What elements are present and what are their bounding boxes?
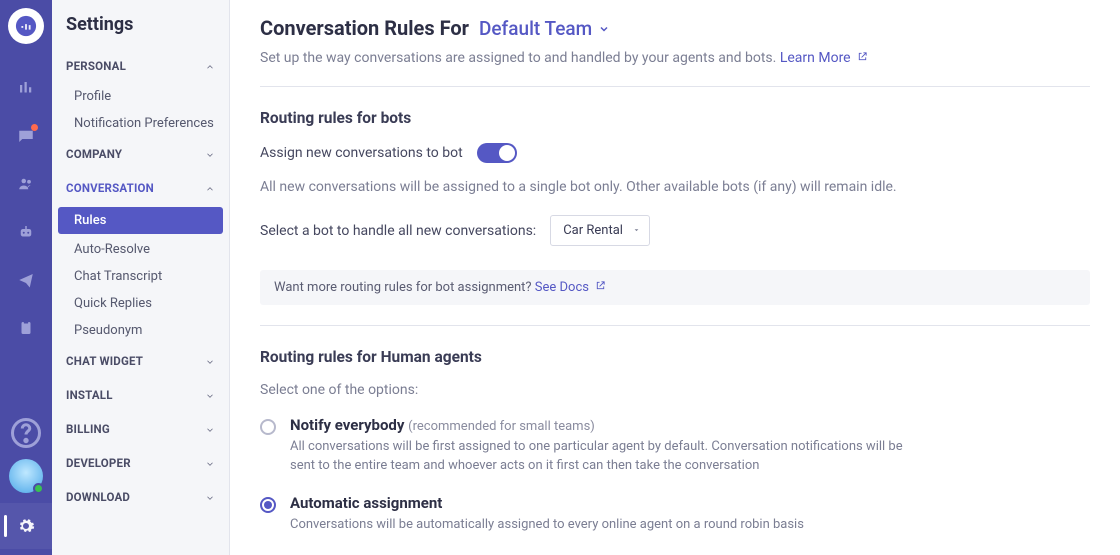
- see-docs-link[interactable]: See Docs: [535, 280, 606, 295]
- section-billing[interactable]: BILLING: [52, 412, 229, 446]
- assign-bot-label: Assign new conversations to bot: [260, 145, 463, 161]
- option-title: Notify everybody (recommended for small …: [290, 416, 930, 434]
- sidebar-item-pseudonym[interactable]: Pseudonym: [52, 317, 229, 344]
- sidebar-item-notification-preferences[interactable]: Notification Preferences: [52, 110, 229, 137]
- bot-selector[interactable]: Car Rental: [550, 215, 650, 246]
- external-link-icon: [854, 51, 868, 62]
- section-chat-widget[interactable]: CHAT WIDGET: [52, 344, 229, 378]
- settings-icon[interactable]: [0, 503, 52, 549]
- clipboard-icon[interactable]: [8, 310, 44, 346]
- chevron-down-icon: [205, 424, 215, 434]
- learn-more-link[interactable]: Learn More: [780, 50, 868, 66]
- help-icon[interactable]: [8, 415, 44, 451]
- chevron-up-icon: [205, 183, 215, 193]
- option-description: All conversations will be first assigned…: [290, 438, 930, 476]
- sidebar-item-profile[interactable]: Profile: [52, 83, 229, 110]
- section-label: CHAT WIDGET: [66, 354, 143, 368]
- section-label: DOWNLOAD: [66, 490, 130, 504]
- settings-sidebar: Settings PERSONAL ProfileNotification Pre…: [52, 0, 230, 555]
- chevron-down-icon: [205, 149, 215, 159]
- external-link-icon: [592, 280, 606, 291]
- chevron-down-icon: [598, 23, 610, 35]
- routing-option-notify-everybody: Notify everybody (recommended for small …: [260, 416, 1090, 476]
- avatar[interactable]: [9, 459, 43, 493]
- team-name: Default Team: [479, 17, 592, 40]
- messages-icon[interactable]: [8, 118, 44, 154]
- sidebar-title: Settings: [52, 14, 229, 49]
- chevron-down-icon: [205, 390, 215, 400]
- team-selector[interactable]: Default Team: [479, 17, 610, 40]
- section-label: DEVELOPER: [66, 456, 131, 470]
- section-conversation[interactable]: CONVERSATION: [52, 171, 229, 205]
- humans-subtitle: Select one of the options:: [260, 382, 1090, 398]
- app-logo[interactable]: [8, 8, 44, 44]
- section-company[interactable]: COMPANY: [52, 137, 229, 171]
- campaigns-icon[interactable]: [8, 262, 44, 298]
- section-label: PERSONAL: [66, 59, 126, 73]
- sidebar-item-chat-transcript[interactable]: Chat Transcript: [52, 263, 229, 290]
- bots-hint: All new conversations will be assigned t…: [260, 179, 1090, 195]
- contacts-icon[interactable]: [8, 166, 44, 202]
- section-label: COMPANY: [66, 147, 122, 161]
- presence-dot: [33, 483, 44, 494]
- section-download[interactable]: DOWNLOAD: [52, 480, 229, 514]
- select-bot-label: Select a bot to handle all new conversat…: [260, 223, 536, 239]
- unread-badge: [31, 124, 38, 131]
- page-subtext: Set up the way conversations are assigne…: [260, 50, 1090, 66]
- sidebar-item-rules[interactable]: Rules: [58, 207, 223, 234]
- section-developer[interactable]: DEVELOPER: [52, 446, 229, 480]
- caret-down-icon: [632, 223, 641, 238]
- bot-icon[interactable]: [8, 214, 44, 250]
- radio-notify-everybody[interactable]: [260, 419, 276, 435]
- nav-rail: [0, 0, 52, 555]
- radio-automatic-assignment[interactable]: [260, 497, 276, 513]
- option-description: Conversations will be automatically assi…: [290, 516, 804, 535]
- routing-option-automatic-assignment: Automatic assignment Conversations will b…: [260, 494, 1090, 535]
- section-label: INSTALL: [66, 388, 113, 402]
- bots-section-title: Routing rules for bots: [260, 109, 1090, 127]
- section-label: BILLING: [66, 422, 110, 436]
- option-recommendation: (recommended for small teams): [408, 419, 595, 434]
- section-personal[interactable]: PERSONAL: [52, 49, 229, 83]
- chevron-down-icon: [205, 356, 215, 366]
- chevron-up-icon: [205, 61, 215, 71]
- option-title: Automatic assignment: [290, 494, 804, 512]
- chevron-down-icon: [205, 458, 215, 468]
- chevron-down-icon: [205, 492, 215, 502]
- main-content: Conversation Rules For Default Team Set …: [230, 0, 1120, 555]
- humans-section-title: Routing rules for Human agents: [260, 348, 1090, 366]
- assign-bot-toggle[interactable]: [477, 143, 517, 163]
- section-install[interactable]: INSTALL: [52, 378, 229, 412]
- section-label: CONVERSATION: [66, 181, 154, 195]
- routing-docs-banner: Want more routing rules for bot assignme…: [260, 270, 1090, 305]
- sidebar-item-auto-resolve[interactable]: Auto-Resolve: [52, 236, 229, 263]
- analytics-icon[interactable]: [8, 70, 44, 106]
- page-title: Conversation Rules For: [260, 16, 469, 40]
- sidebar-item-quick-replies[interactable]: Quick Replies: [52, 290, 229, 317]
